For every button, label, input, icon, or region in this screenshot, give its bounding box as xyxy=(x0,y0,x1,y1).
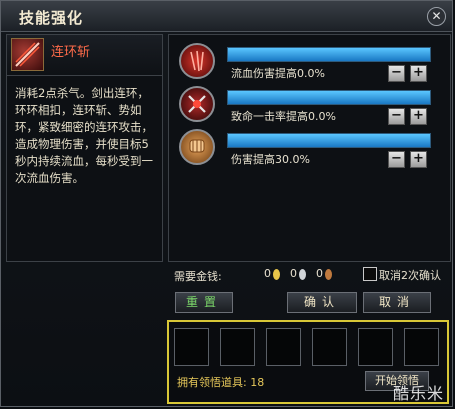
stat-label-damage: 伤害提高30.0% xyxy=(231,153,310,166)
money-label: 需要金钱: xyxy=(174,270,222,283)
skip-confirm-label: 取消2次确认 xyxy=(379,269,441,282)
skill-header: 连环斩 xyxy=(7,35,162,76)
copper-coin-icon xyxy=(325,269,332,280)
stat-bar-fill xyxy=(228,134,430,147)
stat-label-bleed: 流血伤害提高0.0% xyxy=(231,67,325,80)
confirm-button[interactable]: 确认 xyxy=(287,292,357,313)
item-slot[interactable] xyxy=(266,328,301,366)
skill-enhance-window: 技能强化 ✕ 连环斩 消耗2点杀气。剑出连环，环环相扣，连环斩、势如环，紧致细密… xyxy=(0,0,453,407)
close-icon[interactable]: ✕ xyxy=(427,7,446,26)
stat-bar-fill xyxy=(228,48,430,61)
item-slot[interactable] xyxy=(312,328,347,366)
gold-amount: 0 xyxy=(264,267,271,280)
stat-bar-crit xyxy=(227,90,431,105)
minus-button[interactable]: − xyxy=(388,151,405,168)
stat-row-bleed: 流血伤害提高0.0% − + xyxy=(169,41,450,85)
window-title: 技能强化 xyxy=(19,9,84,27)
stats-panel: 流血伤害提高0.0% − + 致命一击率提高0.0% − + 伤害提高30.0%… xyxy=(168,34,451,262)
minus-button[interactable]: − xyxy=(388,65,405,82)
crossed-blades-icon xyxy=(179,86,215,122)
blood-claw-icon xyxy=(179,43,215,79)
skill-name: 连环斩 xyxy=(51,45,91,60)
skill-info-panel: 连环斩 消耗2点杀气。剑出连环，环环相扣，连环斩、势如环，紧致细密的连环攻击，造… xyxy=(6,34,163,262)
stat-row-crit: 致命一击率提高0.0% − + xyxy=(169,84,450,128)
copper-amount: 0 xyxy=(316,267,323,280)
skip-confirm-checkbox[interactable] xyxy=(363,267,377,281)
stat-bar-damage xyxy=(227,133,431,148)
plus-button[interactable]: + xyxy=(410,151,427,168)
owned-items-count: 拥有领悟道具: 18 xyxy=(177,376,265,389)
plus-button[interactable]: + xyxy=(410,65,427,82)
stat-label-crit: 致命一击率提高0.0% xyxy=(231,110,336,123)
stat-bar-bleed xyxy=(227,47,431,62)
skill-description: 消耗2点杀气。剑出连环，环环相扣，连环斩、势如环，紧致细密的连环攻击，造成物理伤… xyxy=(15,86,153,185)
item-slot[interactable] xyxy=(404,328,439,366)
item-slot[interactable] xyxy=(174,328,209,366)
cancel-button[interactable]: 取消 xyxy=(363,292,431,313)
reset-button[interactable]: 重置 xyxy=(175,292,233,313)
watermark-logo: 酷乐米 xyxy=(392,384,444,403)
minus-button[interactable]: − xyxy=(388,108,405,125)
silver-coin-icon xyxy=(299,269,306,280)
stat-bar-fill xyxy=(228,91,430,104)
item-slot[interactable] xyxy=(358,328,393,366)
stat-row-damage: 伤害提高30.0% − + xyxy=(169,127,450,171)
fist-icon xyxy=(179,129,215,165)
silver-amount: 0 xyxy=(290,267,297,280)
item-slot[interactable] xyxy=(220,328,255,366)
gold-coin-icon xyxy=(273,269,280,280)
plus-button[interactable]: + xyxy=(410,108,427,125)
money-row: 需要金钱: 0 0 0 取消2次确认 xyxy=(172,266,452,284)
skill-slash-icon xyxy=(11,38,44,71)
title-bar[interactable]: 技能强化 ✕ xyxy=(1,1,452,32)
